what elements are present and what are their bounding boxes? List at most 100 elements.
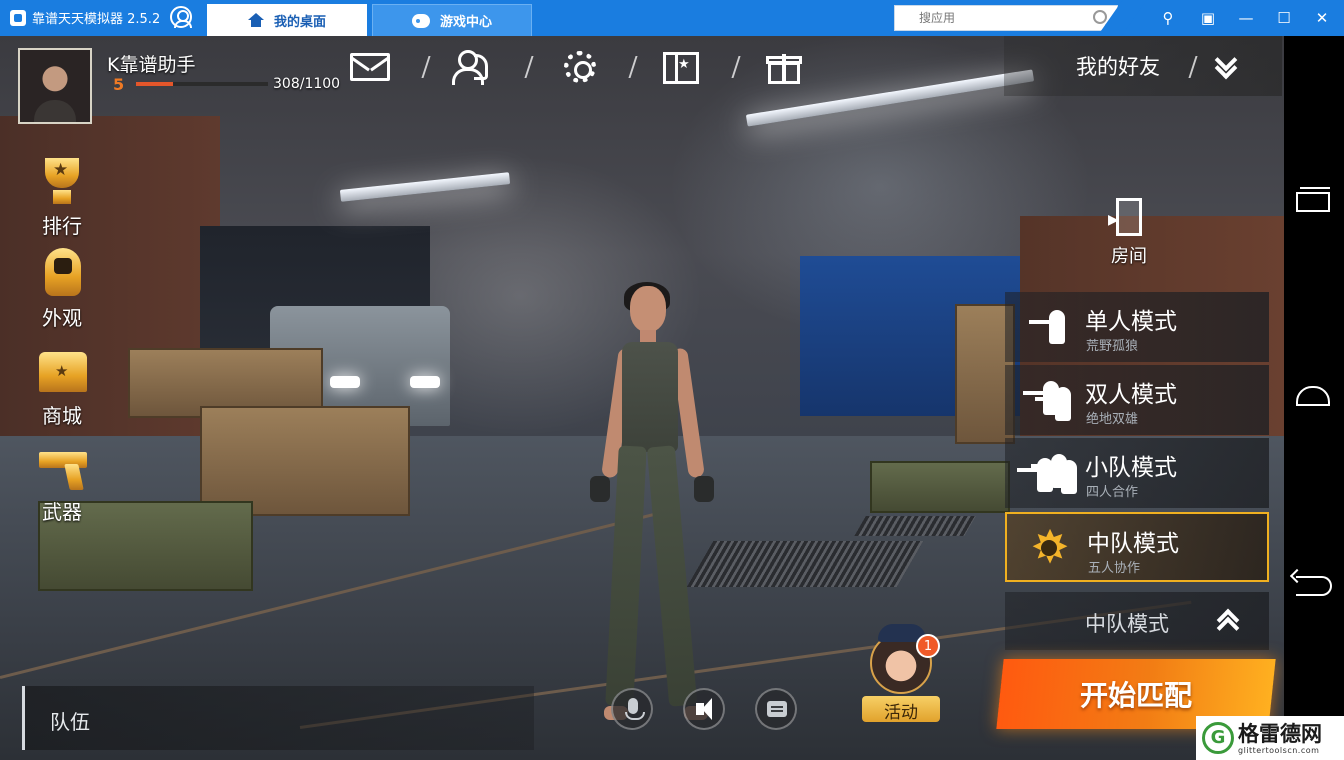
home-icon <box>247 13 264 27</box>
player-name: K靠谱助手 <box>107 54 196 76</box>
app-search-input[interactable] <box>895 6 1075 30</box>
friends-label: 我的好友 <box>1076 55 1160 79</box>
mode-option-solo[interactable]: 单人模式 荒野孤狼 <box>1005 292 1269 362</box>
microphone-button[interactable] <box>611 688 653 730</box>
mode-subtitle: 荒野孤狼 <box>1086 339 1139 354</box>
menu-item-shop[interactable]: ★ 商城 <box>22 346 102 429</box>
room-door-icon[interactable]: ▶ <box>1108 198 1144 236</box>
activity-label: 活动 <box>884 703 918 723</box>
map-icon[interactable] <box>663 52 699 84</box>
minimize-window-button[interactable]: — <box>1236 8 1256 28</box>
menu-item-ranking-label: 排行 <box>42 214 82 238</box>
tab-my-desktop-label: 我的桌面 <box>273 14 326 30</box>
speaker-button[interactable] <box>683 688 725 730</box>
star-badge-icon: ✸ <box>1025 522 1075 572</box>
menu-item-weapons-label: 武器 <box>42 500 82 524</box>
tab-game-center-label: 游戏中心 <box>439 15 492 30</box>
menu-item-weapons[interactable]: 武器 <box>22 442 102 525</box>
maximize-window-button[interactable]: ☐ <box>1274 8 1294 28</box>
emulator-window: 靠谱天天模拟器 2.5.2 我的桌面 游戏中心 ⚲ ▣ — ☐ ✕ <box>0 0 1344 760</box>
pin-window-button[interactable]: ⚲ <box>1158 8 1178 28</box>
microphone-icon <box>625 698 645 720</box>
mode-title: 双人模式 <box>1085 382 1177 408</box>
squad-soldier-icon <box>1017 452 1077 494</box>
menu-item-ranking[interactable]: ★ 排行 <box>22 156 102 239</box>
notification-badge: 1 <box>916 634 940 658</box>
mail-icon[interactable] <box>350 53 390 81</box>
friends-icon[interactable] <box>452 48 492 86</box>
truck-headlight <box>410 376 440 388</box>
gamepad-icon <box>411 13 430 28</box>
wooden-crate <box>200 406 410 516</box>
android-back-icon[interactable] <box>1296 576 1332 596</box>
search-icon[interactable] <box>1093 10 1107 24</box>
site-watermark: G 格雷德网 glittertoolscn.com <box>1196 716 1344 760</box>
close-window-button[interactable]: ✕ <box>1312 8 1332 28</box>
android-nav-bar <box>1284 36 1344 760</box>
chat-icon <box>767 701 787 717</box>
team-panel[interactable]: 队伍 <box>22 686 534 750</box>
icon-separator <box>421 56 431 78</box>
app-title: 靠谱天天模拟器 2.5.2 <box>10 8 160 27</box>
tab-my-desktop[interactable]: 我的桌面 <box>207 4 367 36</box>
solo-soldier-icon <box>1025 306 1071 348</box>
mode-title: 小队模式 <box>1085 455 1177 481</box>
restore-window-button[interactable]: ▣ <box>1198 8 1218 28</box>
friends-panel[interactable]: 我的好友 <box>1004 36 1282 96</box>
chevrons-up-icon[interactable] <box>1215 608 1241 640</box>
activity-button[interactable]: 1 活动 <box>862 624 942 728</box>
gift-icon[interactable] <box>766 48 806 86</box>
icon-separator <box>524 56 534 78</box>
floor-grate <box>686 541 924 587</box>
emulator-logo-icon <box>10 9 26 26</box>
trophy-icon: ★ <box>33 156 91 208</box>
chat-button[interactable] <box>755 688 797 730</box>
icon-separator <box>628 56 638 78</box>
android-home-icon[interactable] <box>1296 386 1330 406</box>
room-label[interactable]: 房间 <box>1111 242 1147 268</box>
chevrons-down-icon[interactable] <box>1214 48 1238 80</box>
outfit-icon <box>33 248 91 300</box>
ceiling-lamp <box>339 172 511 202</box>
mode-selector-dropdown[interactable]: 中队模式 <box>1005 592 1269 650</box>
watermark-url: glittertoolscn.com <box>1238 746 1320 755</box>
mode-title: 单人模式 <box>1085 309 1177 335</box>
settings-icon[interactable] <box>560 48 600 86</box>
mode-subtitle: 绝地双雄 <box>1086 412 1139 427</box>
mode-subtitle: 五人协作 <box>1088 561 1141 576</box>
player-avatar[interactable] <box>18 48 92 124</box>
watermark-name: 格雷德网 <box>1238 721 1322 746</box>
mode-option-platoon[interactable]: ✸ 中队模式 五人协作 <box>1005 512 1269 582</box>
tab-game-center[interactable]: 游戏中心 <box>372 4 532 36</box>
emulator-titlebar: 靠谱天天模拟器 2.5.2 我的桌面 游戏中心 ⚲ ▣ — ☐ ✕ <box>0 0 1344 36</box>
mode-selector-label: 中队模式 <box>1085 612 1169 636</box>
app-title-text: 靠谱天天模拟器 2.5.2 <box>32 12 161 27</box>
player-character <box>590 282 720 736</box>
shop-chest-icon: ★ <box>33 346 91 398</box>
icon-separator <box>1188 56 1198 78</box>
app-search-box <box>894 5 1118 31</box>
user-account-icon[interactable] <box>170 6 192 28</box>
xp-text: 308/1100 <box>273 76 341 92</box>
military-crate <box>870 461 1010 513</box>
menu-item-shop-label: 商城 <box>42 404 82 428</box>
watermark-logo: G <box>1202 722 1234 754</box>
menu-item-outfit-label: 外观 <box>42 306 82 330</box>
mode-option-duo[interactable]: 双人模式 绝地双雄 <box>1005 365 1269 435</box>
team-label: 队伍 <box>50 710 90 734</box>
xp-progress-fill <box>136 82 173 86</box>
player-level: 5 <box>113 75 125 94</box>
game-viewport: K靠谱助手 5 308/1100 我的好友 <box>0 36 1284 760</box>
recent-apps-icon[interactable] <box>1296 187 1330 212</box>
mode-option-squad[interactable]: 小队模式 四人合作 <box>1005 438 1269 508</box>
icon-separator <box>731 56 741 78</box>
speaker-icon <box>696 698 712 720</box>
truck-headlight <box>330 376 360 388</box>
xp-progress-bar <box>136 82 268 86</box>
duo-soldier-icon <box>1023 379 1071 421</box>
mode-title: 中队模式 <box>1087 531 1179 557</box>
menu-item-outfit[interactable]: 外观 <box>22 248 102 331</box>
mode-subtitle: 四人合作 <box>1086 485 1139 500</box>
floor-grate <box>854 516 976 536</box>
pistol-icon <box>33 442 91 494</box>
